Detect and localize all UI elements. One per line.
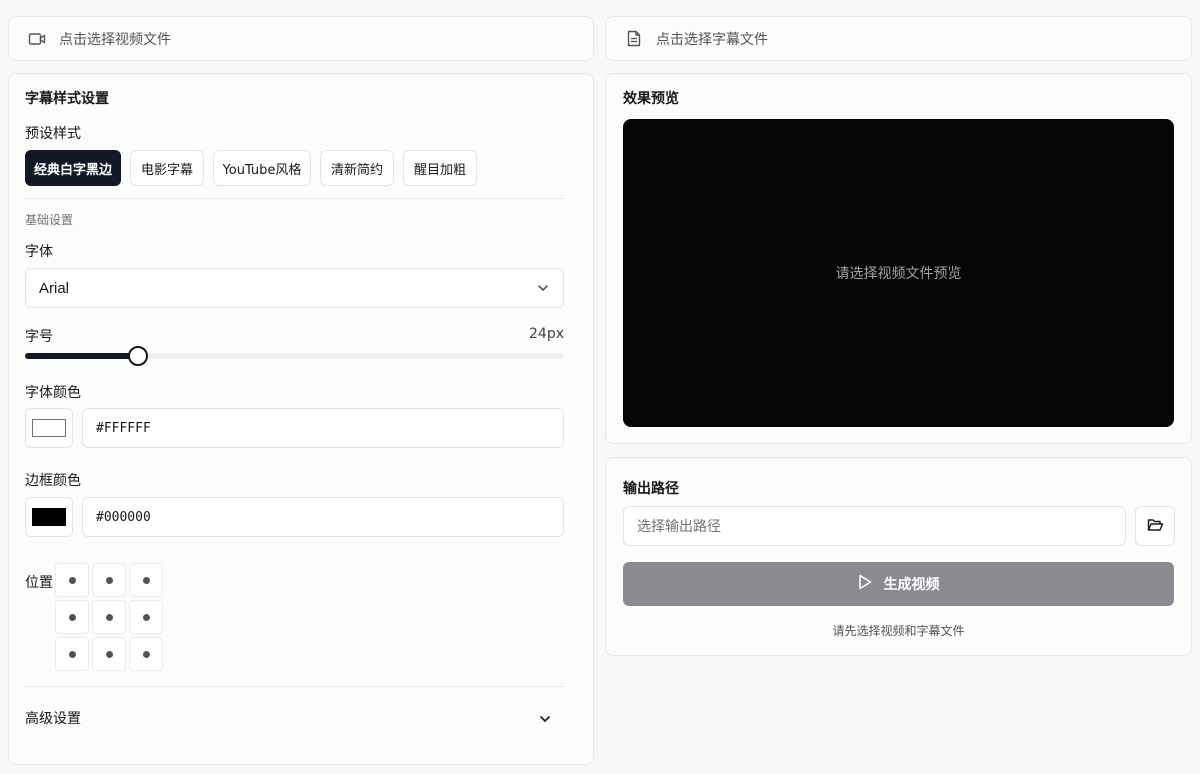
video-file-picker[interactable]: 点击选择视频文件 [8,16,594,61]
font-select[interactable]: Arial [25,268,564,308]
preview-placeholder: 请选择视频文件预览 [835,266,962,282]
preset-bold-button[interactable]: 醒目加粗 [403,150,477,186]
position-top-right[interactable] [129,563,163,597]
video-icon [27,29,47,49]
output-path-placeholder: 选择输出路径 [637,519,721,535]
position-bottom-center[interactable] [92,637,126,671]
position-middle-left[interactable] [55,600,89,634]
position-bottom-left[interactable] [55,637,89,671]
font-color-label: 字体颜色 [25,385,81,401]
position-middle-right[interactable] [129,600,163,634]
font-size-slider[interactable] [25,346,564,366]
position-label: 位置 [25,575,53,591]
video-preview: 请选择视频文件预览 [623,119,1174,427]
border-color-input[interactable]: #000000 [82,497,564,537]
position-top-center[interactable] [92,563,126,597]
preset-classic-button[interactable]: 经典白字黑边 [25,150,121,186]
play-icon [858,574,872,594]
output-hint: 请先选择视频和字幕文件 [832,624,965,638]
font-size-value: 24px [529,326,564,342]
browse-folder-button[interactable] [1135,506,1175,546]
presets-divider [25,198,564,199]
border-color-swatch [32,508,66,526]
preset-youtube-button[interactable]: YouTube风格 [213,150,311,186]
border-color-picker[interactable] [25,497,73,537]
subtitle-file-picker[interactable]: 点击选择字幕文件 [605,16,1192,61]
font-color-picker[interactable] [25,408,73,448]
slider-fill [25,353,139,359]
output-title: 输出路径 [623,481,679,497]
chevron-down-icon [537,282,549,298]
preview-title: 效果预览 [623,91,679,107]
file-text-icon [624,29,644,49]
preset-fresh-button[interactable]: 清新简约 [320,150,394,186]
output-path-input[interactable]: 选择输出路径 [623,506,1126,546]
font-color-swatch [32,419,66,437]
position-grid [55,563,165,673]
basic-section-label: 基础设置 [25,213,74,227]
font-color-input[interactable]: #FFFFFF [82,408,564,448]
preset-movie-button[interactable]: 电影字幕 [130,150,204,186]
advanced-settings-label: 高级设置 [25,711,81,727]
position-middle-center[interactable] [92,600,126,634]
style-panel-title: 字幕样式设置 [25,91,109,107]
subtitle-picker-label: 点击选择字幕文件 [656,31,768,48]
generate-video-button[interactable]: 生成视频 [623,562,1174,606]
font-label: 字体 [25,244,53,260]
position-bottom-right[interactable] [129,637,163,671]
position-top-left[interactable] [55,563,89,597]
slider-thumb[interactable] [128,346,149,366]
presets-label: 预设样式 [25,126,81,142]
advanced-settings-toggle[interactable]: 高级设置 [25,700,555,732]
generate-video-label: 生成视频 [883,577,940,593]
video-picker-label: 点击选择视频文件 [59,31,171,48]
font-size-label: 字号 [25,329,53,345]
border-color-label: 边框颜色 [25,473,81,489]
chevron-down-icon [539,710,551,729]
folder-open-icon [1147,517,1164,536]
font-select-value: Arial [39,279,70,297]
advanced-divider [25,686,564,687]
